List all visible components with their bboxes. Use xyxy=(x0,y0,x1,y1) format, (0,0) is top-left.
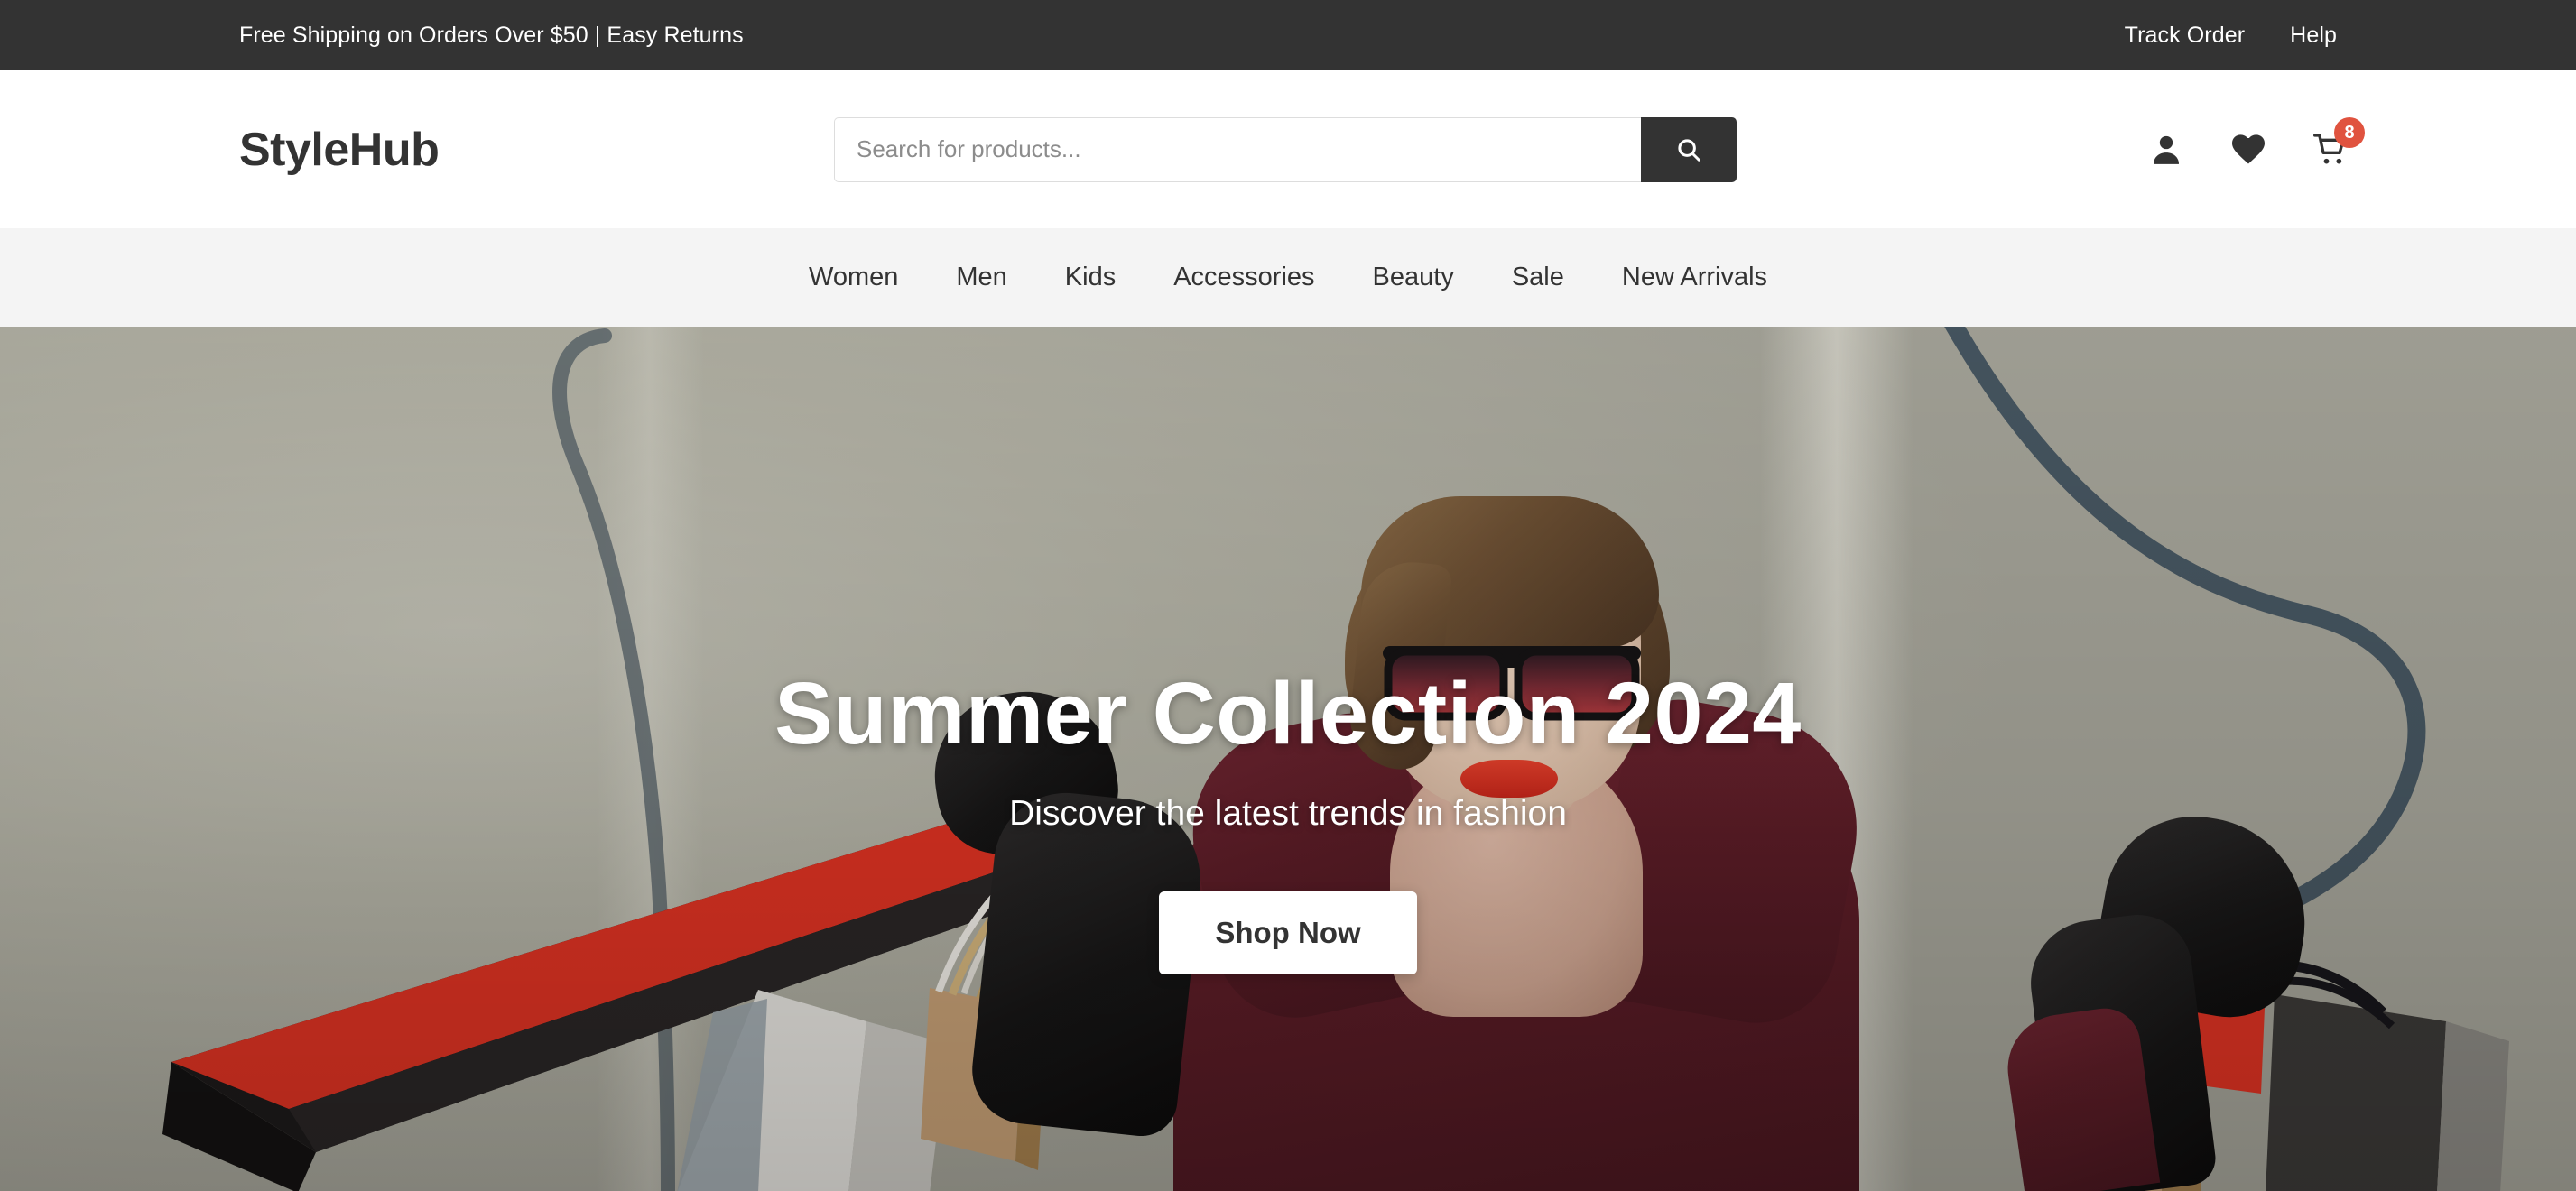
account-button[interactable] xyxy=(2146,130,2186,170)
nav-item-beauty[interactable]: Beauty xyxy=(1344,263,1483,292)
topbar-links: Track Order Help xyxy=(2125,23,2337,49)
promo-text: Free Shipping on Orders Over $50 | Easy … xyxy=(239,22,744,48)
search-button[interactable] xyxy=(1641,116,1737,182)
hero-subtitle: Discover the latest trends in fashion xyxy=(1009,793,1567,833)
wishlist-heart-icon xyxy=(2232,134,2265,163)
cart-button[interactable]: 8 xyxy=(2311,116,2365,170)
search-bar xyxy=(834,116,1737,182)
help-link[interactable]: Help xyxy=(2290,23,2337,49)
site-logo[interactable]: StyleHub xyxy=(239,123,440,177)
track-order-link[interactable]: Track Order xyxy=(2125,23,2246,49)
site-header: StyleHub 8 xyxy=(0,70,2576,228)
nav-item-accessories[interactable]: Accessories xyxy=(1144,263,1343,292)
nav-item-men[interactable]: Men xyxy=(927,263,1035,292)
search-input[interactable] xyxy=(834,116,1641,182)
search-icon xyxy=(1678,138,1700,162)
account-icon xyxy=(2154,135,2179,164)
nav-item-sale[interactable]: Sale xyxy=(1483,263,1593,292)
wishlist-button[interactable] xyxy=(2229,130,2268,170)
hero-title: Summer Collection 2024 xyxy=(774,664,1802,762)
hero-banner: Summer Collection 2024 Discover the late… xyxy=(0,327,2576,1191)
header-icon-group: 8 xyxy=(2146,116,2365,170)
cart-count-badge: 8 xyxy=(2334,116,2365,148)
shop-now-button[interactable]: Shop Now xyxy=(1159,891,1417,974)
nav-item-kids[interactable]: Kids xyxy=(1036,263,1144,292)
category-nav: Women Men Kids Accessories Beauty Sale N… xyxy=(0,228,2576,327)
hero-content: Summer Collection 2024 Discover the late… xyxy=(0,668,2576,974)
nav-item-new-arrivals[interactable]: New Arrivals xyxy=(1593,263,1796,292)
nav-item-women[interactable]: Women xyxy=(780,263,927,292)
announcement-bar: Free Shipping on Orders Over $50 | Easy … xyxy=(0,0,2576,70)
